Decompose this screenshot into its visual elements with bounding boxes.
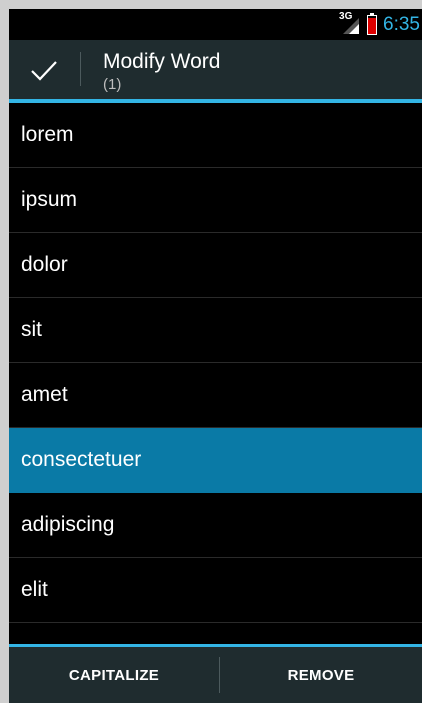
action-bar: Modify Word (1) — [9, 40, 422, 103]
status-icons: 3G 6:35 — [339, 11, 420, 37]
signal-icon: 3G — [339, 11, 361, 36]
list-item[interactable]: elit — [9, 558, 422, 623]
list-item[interactable]: sit — [9, 298, 422, 363]
list-item[interactable]: lorem — [9, 103, 422, 168]
list-item[interactable]: ipsum — [9, 168, 422, 233]
list-item[interactable]: adipiscing — [9, 493, 422, 558]
checkmark-icon — [31, 60, 57, 81]
battery-icon — [367, 13, 378, 35]
bottom-action-bar: CAPITALIZE REMOVE — [9, 647, 422, 703]
action-bar-title: Modify Word — [103, 50, 221, 73]
list-item[interactable]: dolor — [9, 233, 422, 298]
phone-screen: 3G 6:35 Modify Word (1) lorem ipsum dolo… — [9, 9, 422, 703]
capitalize-button[interactable]: CAPITALIZE — [9, 647, 219, 703]
list-item[interactable]: amet — [9, 363, 422, 428]
remove-button[interactable]: REMOVE — [220, 647, 422, 703]
status-time: 6:35 — [383, 14, 420, 35]
status-bar: 3G 6:35 — [9, 9, 422, 40]
action-bar-divider — [80, 52, 81, 86]
action-bar-subtitle: (1) — [103, 76, 122, 93]
done-button[interactable] — [9, 40, 79, 99]
word-list[interactable]: lorem ipsum dolor sit amet consectetuer … — [9, 103, 422, 651]
list-item-selected[interactable]: consectetuer — [9, 428, 422, 493]
